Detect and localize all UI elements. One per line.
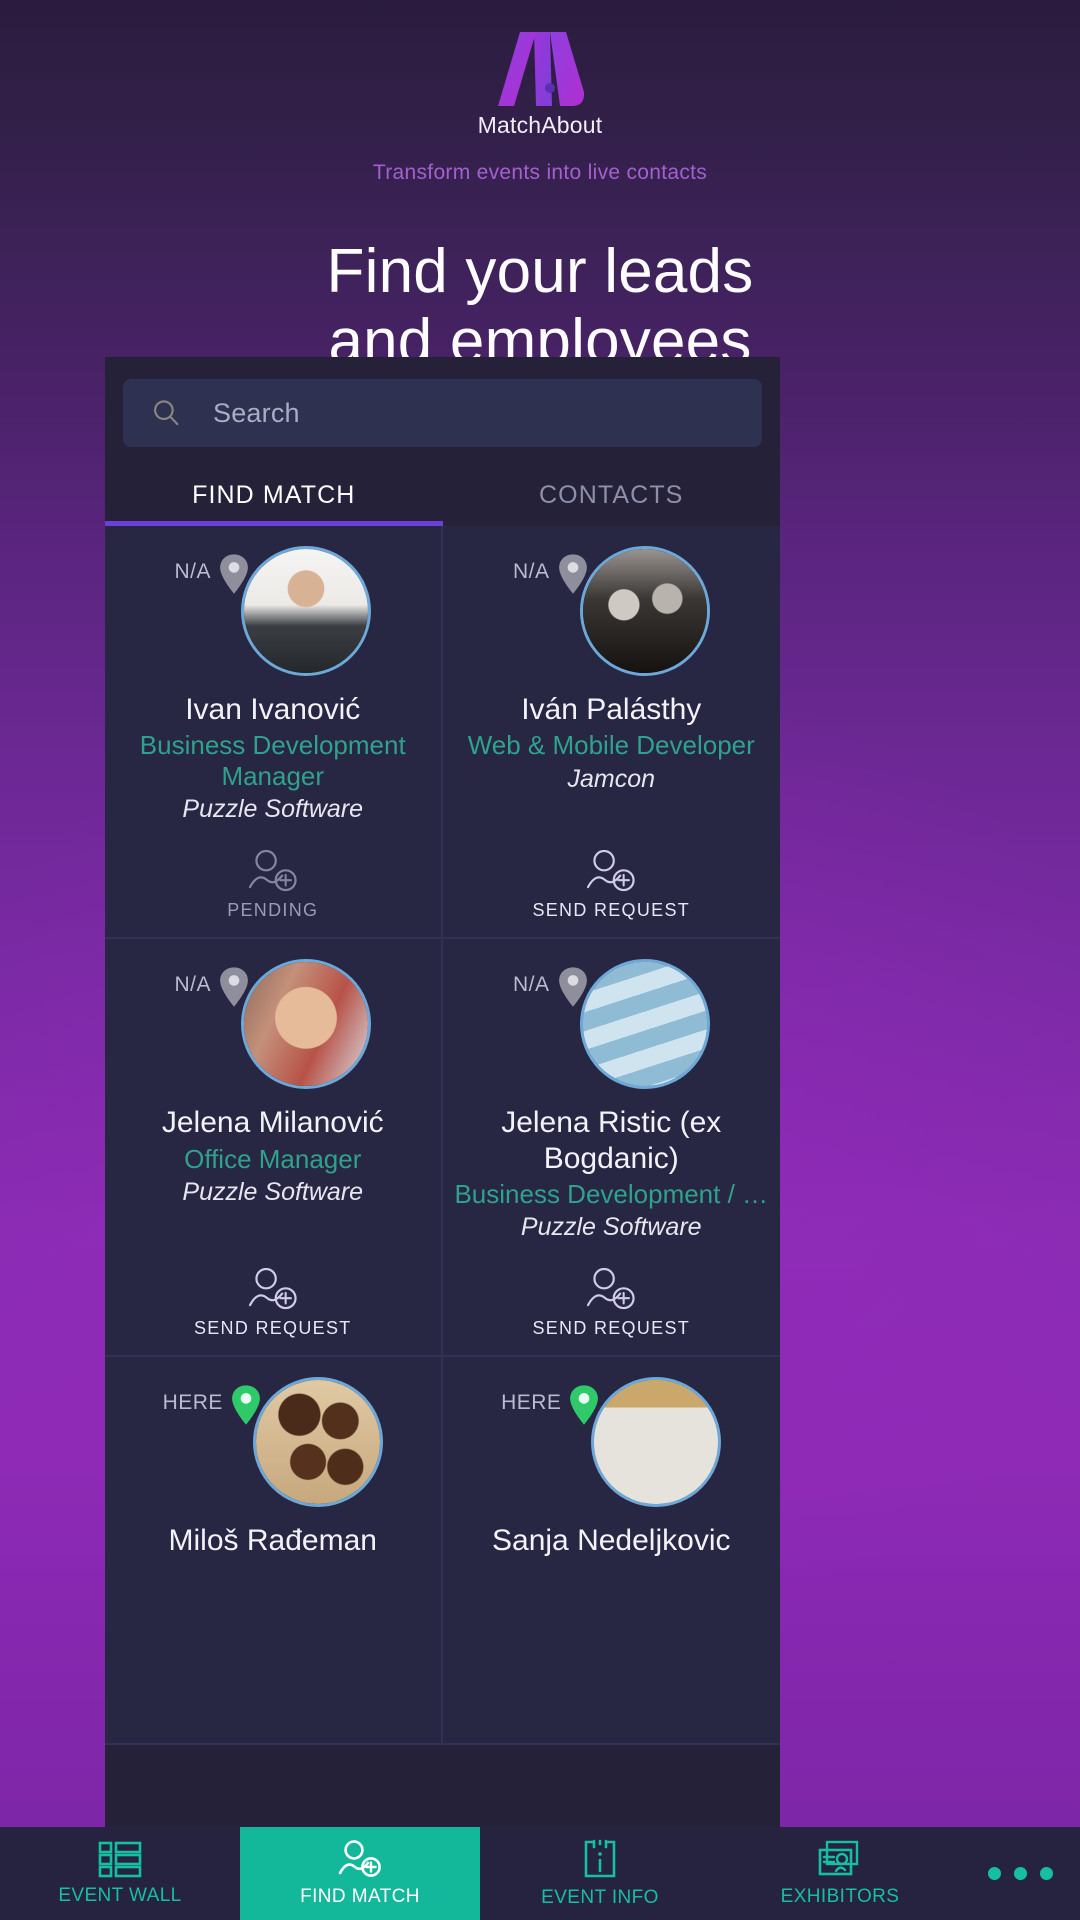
avatar-photo [244, 962, 368, 1087]
add-person-icon [587, 1268, 635, 1310]
brand-tagline: Transform events into live contacts [372, 161, 708, 184]
person-name: Iván Palásthy [521, 693, 702, 726]
person-title: Business Development Manager [139, 730, 406, 791]
connect-action-button[interactable]: SEND REQUEST [532, 1242, 690, 1339]
person-name: Sanja Nedeljkovic [492, 1524, 731, 1558]
nav-item-event-info[interactable]: EVENT INFO [480, 1827, 720, 1920]
avatar-row: N/A [512, 959, 710, 1090]
nav-label-event-wall: EVENT WALL [58, 1885, 182, 1906]
connect-action-button[interactable]: SEND REQUEST [532, 824, 690, 921]
avatar[interactable] [241, 546, 371, 676]
nav-label-find-match: FIND MATCH [300, 1886, 420, 1907]
connect-action-label: SEND REQUEST [532, 1318, 691, 1339]
person-title: Web & Mobile Developer [467, 730, 755, 761]
distance-label: N/A [512, 973, 550, 997]
more-dots-icon [987, 1867, 1053, 1880]
avatar-photo [255, 1380, 380, 1505]
marketing-header: MatchAbout Transform events into live co… [0, 0, 1080, 377]
connect-action-label: SEND REQUEST [193, 1318, 352, 1339]
avatar-photo [594, 1380, 719, 1505]
tab-find-match[interactable]: FIND MATCH [105, 469, 443, 526]
matchabout-m-logo-icon [498, 32, 585, 106]
nav-item-event-wall[interactable]: EVENT WALL [0, 1827, 240, 1920]
person-name: Jelena Ristic (ex Bogdanic) [501, 1106, 722, 1175]
add-person-icon [248, 1268, 297, 1310]
nav-label-event-info: EVENT INFO [541, 1887, 659, 1908]
avatar-photo [244, 549, 368, 673]
match-card[interactable]: N/A Jelena Milanović Office Manager Puzzle … [105, 939, 443, 1358]
nav-item-find-match[interactable]: FIND MATCH [240, 1827, 480, 1920]
person-title: Office Manager [184, 1143, 362, 1174]
match-card[interactable]: HERE Sanja Nedeljkovic [442, 1357, 780, 1746]
match-card[interactable]: N/A Iván Palásthy Web & Mobile Developer Ja… [442, 526, 780, 940]
location-pin-icon [220, 967, 248, 1008]
nav-item-exhibitors[interactable]: EXHIBITORS [720, 1827, 960, 1920]
person-name: Miloš Rađeman [168, 1524, 377, 1558]
avatar-photo [582, 549, 707, 673]
connect-action-button[interactable]: PENDING [227, 824, 318, 921]
avatar[interactable] [591, 1377, 722, 1508]
info-clipboard-icon [584, 1839, 616, 1878]
grid-list-icon [98, 1841, 142, 1878]
location-pin-icon [558, 967, 587, 1008]
connect-action-button[interactable]: SEND REQUEST [194, 1242, 352, 1339]
match-card[interactable]: N/A Jelena Ristic (ex Bogdanic) Business D… [442, 939, 780, 1358]
person-name: Jelena Milanović [161, 1106, 384, 1140]
cards-stack-icon [818, 1840, 859, 1876]
distance-label: N/A [512, 560, 550, 583]
location-pin-icon [232, 1385, 260, 1425]
bottom-navigation: EVENT WALL FIND MATCH EVENT INFO EXHIBIT… [0, 1827, 1080, 1920]
location-pin-icon [558, 554, 587, 594]
match-card-grid: N/A Ivan Ivanović Business Development Man… [105, 526, 780, 1746]
brand-logo: MatchAbout [0, 0, 1080, 139]
distance-label: N/A [174, 973, 211, 997]
avatar-row: HERE [162, 1377, 383, 1508]
distance-label: HERE [162, 1391, 223, 1415]
person-title: Business Development / … [454, 1178, 769, 1209]
nav-label-exhibitors: EXHIBITORS [780, 1886, 900, 1907]
location-pin-icon [570, 1385, 599, 1425]
app-screenshot-panel: Search FIND MATCH CONTACTS N/A Ivan Ivano… [105, 357, 780, 1837]
avatar-row: HERE [501, 1377, 722, 1508]
add-person-icon [587, 850, 635, 892]
tab-contacts[interactable]: CONTACTS [443, 469, 781, 526]
person-company: Jamcon [567, 764, 656, 793]
distance-label: N/A [174, 560, 211, 583]
add-person-icon [248, 850, 297, 892]
avatar[interactable] [579, 546, 710, 676]
person-company: Puzzle Software [182, 1178, 364, 1207]
avatar[interactable] [579, 959, 710, 1090]
tab-bar: FIND MATCH CONTACTS [105, 469, 780, 526]
avatar-row: N/A [174, 959, 371, 1090]
match-card[interactable]: HERE Miloš Rađeman [105, 1357, 443, 1746]
search-placeholder: Search [213, 397, 300, 428]
search-icon [154, 400, 179, 426]
headline-line-1: Find your leads [326, 237, 754, 306]
distance-label: HERE [501, 1391, 562, 1415]
match-card[interactable]: N/A Ivan Ivanović Business Development Man… [105, 526, 443, 940]
connect-action-label: PENDING [227, 900, 319, 921]
avatar-row: N/A [513, 546, 710, 676]
add-person-icon [338, 1840, 381, 1877]
avatar[interactable] [252, 1377, 383, 1508]
search-input[interactable]: Search [123, 379, 762, 447]
brand-wordmark: MatchAbout [477, 112, 603, 138]
avatar-row: N/A [174, 546, 371, 676]
person-company: Puzzle Software [182, 795, 364, 824]
nav-item-more[interactable] [960, 1827, 1080, 1920]
person-company: Puzzle Software [520, 1213, 702, 1242]
person-name: Ivan Ivanović [185, 693, 361, 726]
connect-action-label: SEND REQUEST [532, 900, 691, 921]
location-pin-icon [220, 554, 248, 594]
avatar[interactable] [241, 959, 371, 1090]
avatar-photo [582, 962, 707, 1087]
